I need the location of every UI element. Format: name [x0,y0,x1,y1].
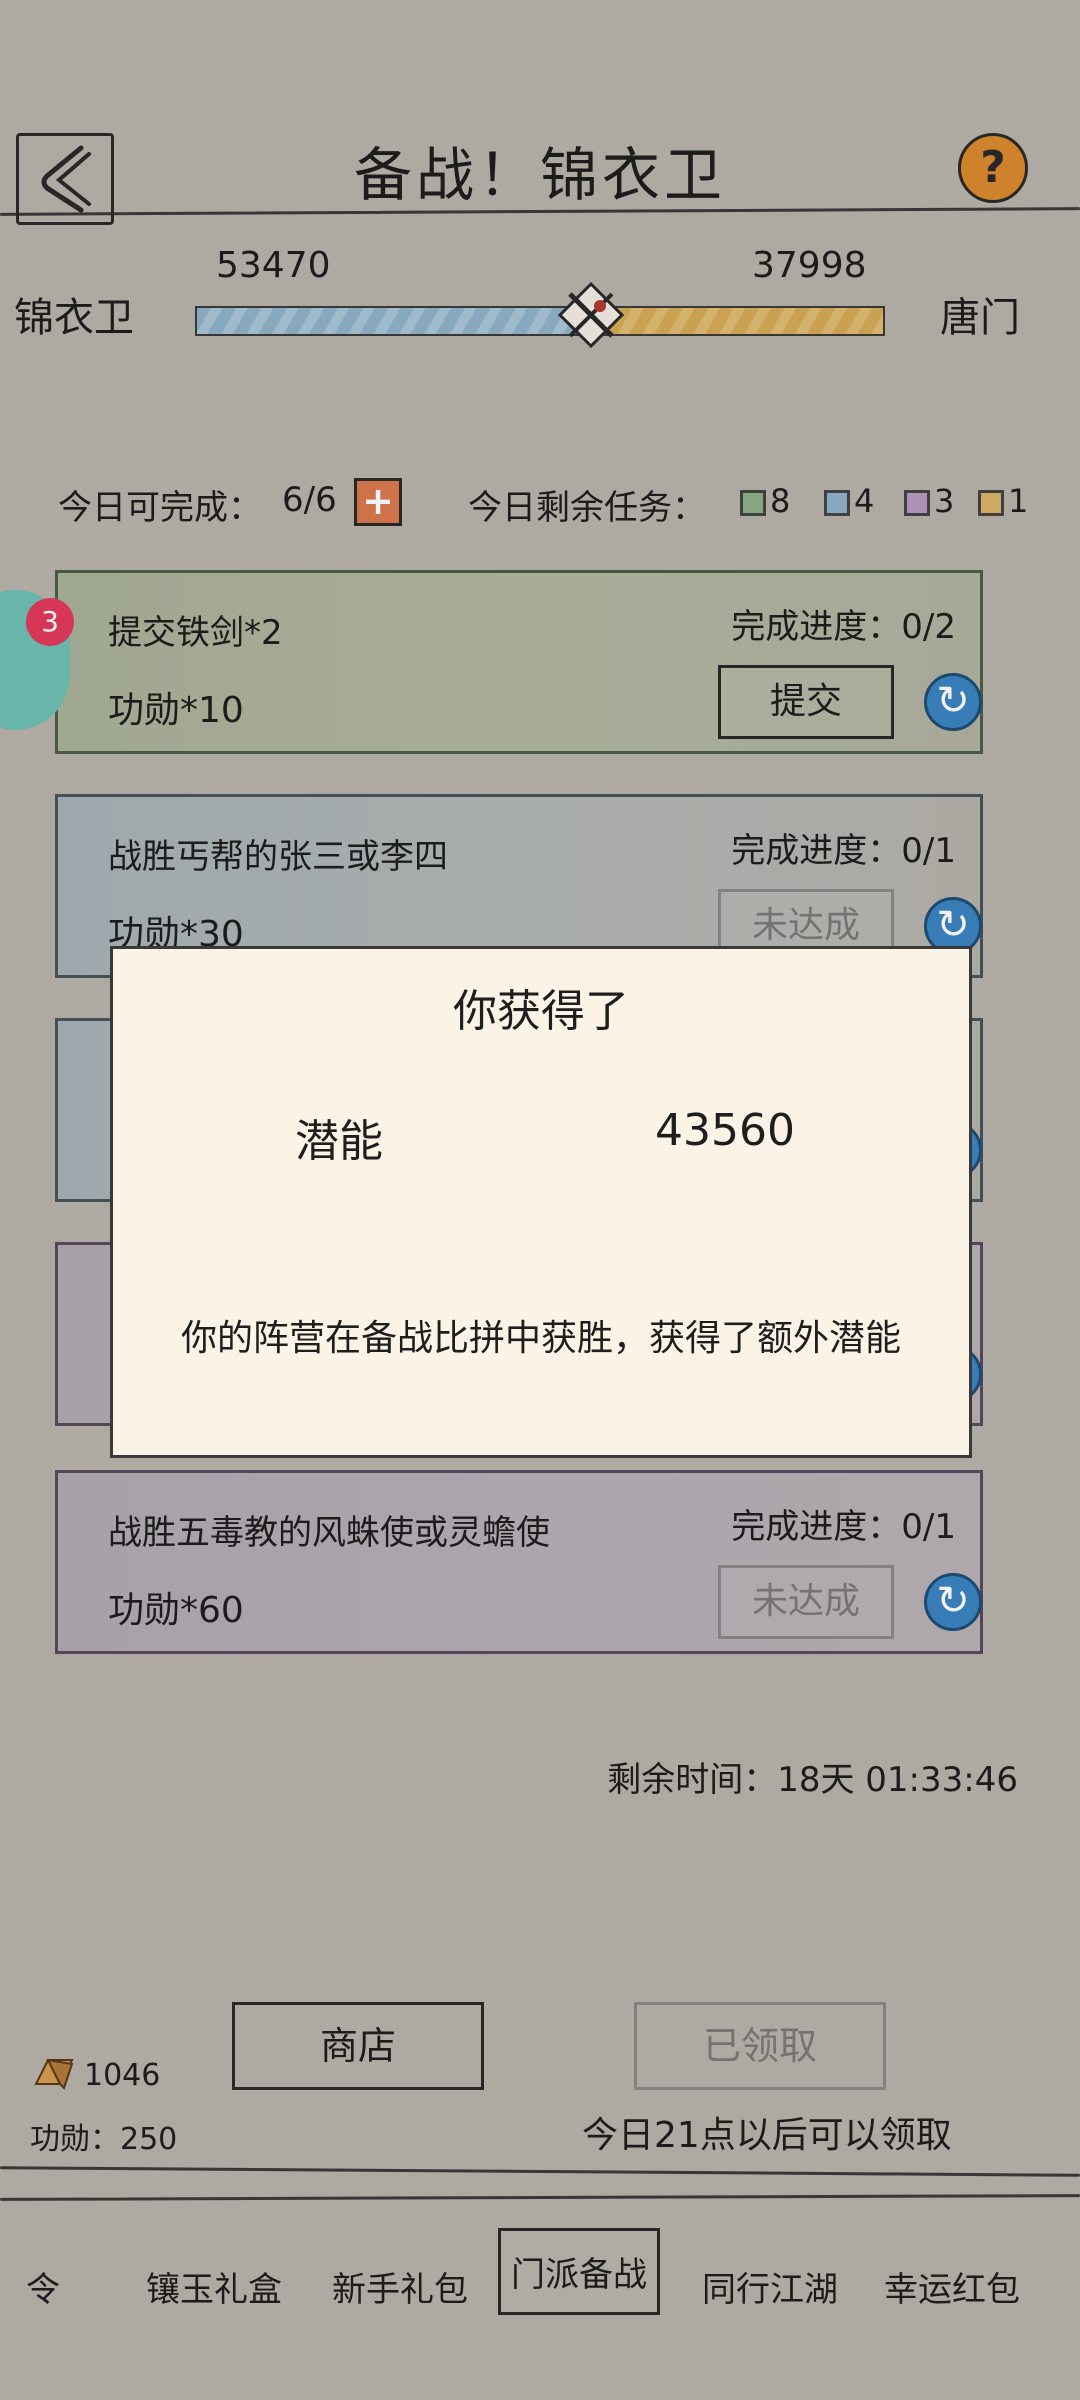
dialog-message: 你的阵营在备战比拼中获胜，获得了额外潜能 [180,1318,901,1359]
reward-dialog: 你获得了 潜能 43560 你的阵营在备战比拼中获胜，获得了额外潜能 [110,946,972,1458]
reward-item-name: 潜能 [295,1116,383,1167]
reward-item-value: 43560 [655,1105,795,1156]
dialog-title: 你获得了 [453,986,629,1037]
